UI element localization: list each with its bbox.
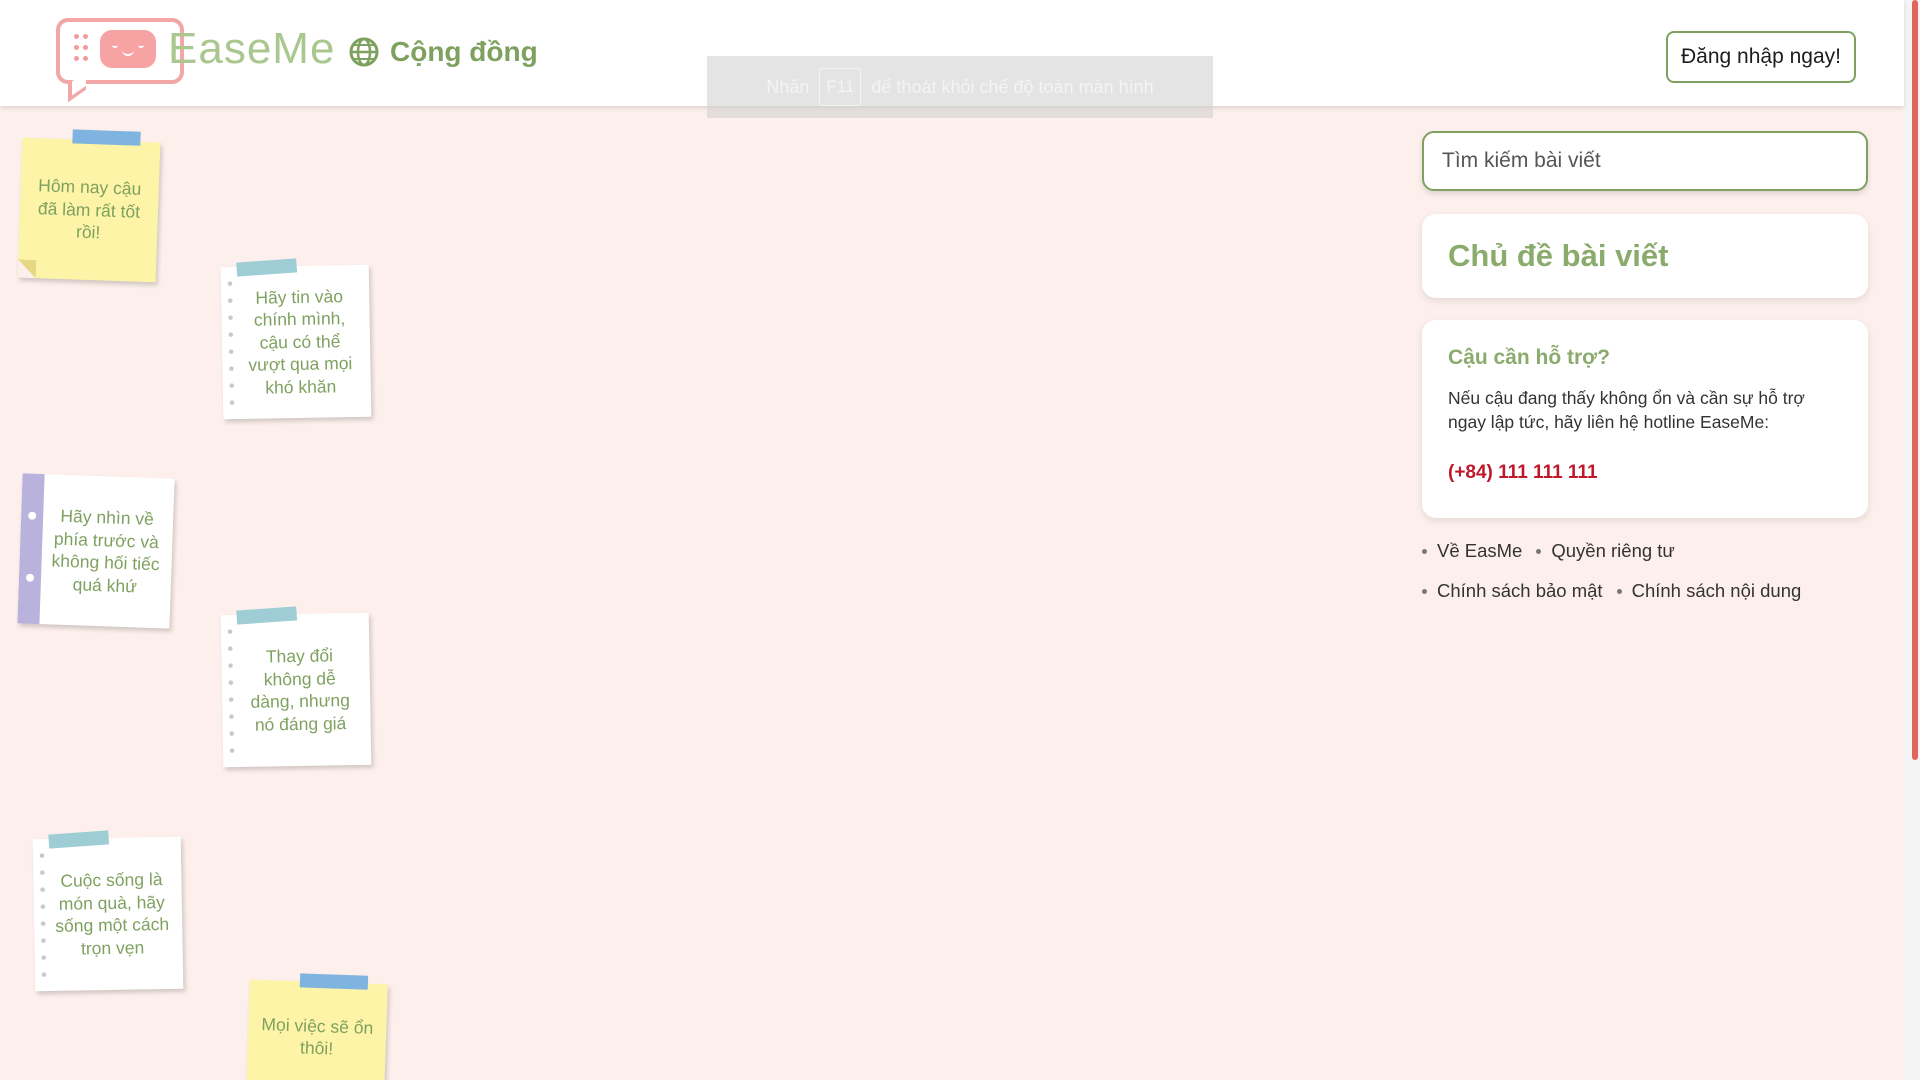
sticky-note: Hãy nhìn về phía trước và không hối tiếc… xyxy=(17,473,175,629)
tape xyxy=(236,606,298,625)
sticky-note: Thay đổi không dễ dàng, nhưng nó đáng gi… xyxy=(220,606,372,768)
support-card: Cậu cần hỗ trợ? Nếu cậu đang thấy không … xyxy=(1422,320,1868,518)
login-button[interactable]: Đăng nhập ngay! xyxy=(1666,31,1856,83)
notebook-holes xyxy=(225,275,237,412)
easeme-logo[interactable]: EaseMe xyxy=(56,18,334,103)
notebook-holes xyxy=(225,623,237,760)
note-text: Hãy tin vào chính mình, cậu có thể vượt … xyxy=(248,285,353,398)
note-text: Mọi việc sẽ ổn thôi! xyxy=(261,1013,374,1059)
dots-icon xyxy=(74,34,90,64)
sticky-note: Cuộc sống là món quà, hãy sống một cách … xyxy=(32,830,184,992)
note-text: Hôm nay cậu đã làm rất tốt rồi! xyxy=(37,175,142,243)
support-title: Cậu cần hỗ trợ? xyxy=(1448,346,1610,369)
community-label: Cộng đồng xyxy=(390,36,538,67)
sticky-note: Mọi việc sẽ ổn thôi! xyxy=(246,973,388,1080)
tape xyxy=(72,129,141,146)
security-policy-link[interactable]: Chính sách bảo mật xyxy=(1422,580,1603,602)
fullscreen-hint: Nhấn F11 để thoát khỏi chế độ toàn màn h… xyxy=(707,56,1213,118)
globe-icon xyxy=(349,37,379,67)
footer-row: Chính sách bảo mật Chính sách nội dung xyxy=(1422,580,1868,602)
search-input[interactable] xyxy=(1422,131,1868,191)
note-text: Cuộc sống là món quà, hãy sống một cách … xyxy=(55,869,170,958)
smile-face-icon xyxy=(100,30,156,68)
logo-text: EaseMe xyxy=(168,24,336,73)
tape xyxy=(236,258,298,277)
footer-links: Về EasMe Quyền riêng tư Chính sách bảo m… xyxy=(1422,540,1868,620)
binder-strip xyxy=(17,473,45,625)
note-text: Thay đổi không dễ dàng, nhưng nó đáng gi… xyxy=(250,645,351,735)
hint-after: để thoát khỏi chế độ toàn màn hình xyxy=(871,76,1154,97)
note-fold xyxy=(17,259,37,279)
privacy-link[interactable]: Quyền riêng tư xyxy=(1536,540,1674,562)
tape xyxy=(299,973,369,990)
scrollbar-thumb[interactable] xyxy=(1912,0,1918,760)
note-text: Hãy nhìn về phía trước và không hối tiếc… xyxy=(51,505,160,596)
sticky-note: Hãy tin vào chính mình, cậu có thể vượt … xyxy=(220,258,372,420)
topics-card: Chủ đề bài viết xyxy=(1422,214,1868,298)
community-nav-link[interactable]: Cộng đồng xyxy=(348,36,538,68)
notebook-holes xyxy=(37,847,49,984)
about-link[interactable]: Về EasMe xyxy=(1422,540,1522,562)
support-text: Nếu cậu đang thấy không ổn và cần sự hỗ … xyxy=(1448,388,1805,432)
tape xyxy=(48,830,110,849)
f11-key: F11 xyxy=(819,68,862,106)
content-policy-link[interactable]: Chính sách nội dung xyxy=(1617,580,1802,602)
topics-title: Chủ đề bài viết xyxy=(1448,238,1669,273)
footer-row: Về EasMe Quyền riêng tư xyxy=(1422,540,1868,562)
hint-before: Nhấn xyxy=(766,76,810,97)
sticky-note: Hôm nay cậu đã làm rất tốt rồi! xyxy=(17,129,161,283)
hotline-number[interactable]: (+84) 111 111 111 xyxy=(1448,462,1842,484)
